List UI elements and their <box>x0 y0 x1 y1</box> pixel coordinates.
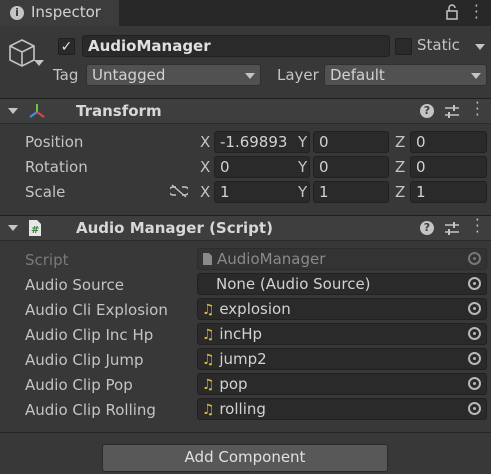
audio-source-value: None (Audio Source) <box>216 275 371 293</box>
info-icon: i <box>10 6 24 20</box>
audio-clip-icon: ♫ <box>202 402 215 418</box>
constrain-proportions-icon[interactable] <box>170 184 188 198</box>
tag-value: Untagged <box>92 66 166 84</box>
add-component-button[interactable]: Add Component <box>102 444 388 472</box>
audio-clip-pop-label: Audio Clip Pop <box>25 376 133 394</box>
foldout-arrow-icon[interactable] <box>8 225 18 231</box>
audio-clip-explosion-label: Audio Cli Explosion <box>25 301 168 319</box>
help-icon[interactable]: ? <box>420 221 434 235</box>
audio-clip-icon: ♫ <box>202 327 215 343</box>
axis-x-label[interactable]: X <box>200 133 210 151</box>
audio-clip-jump-field[interactable]: ♫ jump2 <box>197 348 487 370</box>
cs-script-icon: # <box>29 220 41 236</box>
audio-clip-explosion-value: explosion <box>219 300 291 318</box>
cs-script-icon <box>203 253 212 265</box>
layer-label: Layer <box>277 66 319 84</box>
object-picker-icon[interactable] <box>468 352 481 365</box>
layer-dropdown[interactable]: Default <box>324 64 487 86</box>
audio-clip-inc-hp-value: incHp <box>219 325 263 343</box>
transform-header[interactable]: Transform ? · · · <box>0 96 491 124</box>
script-field: AudioManager <box>197 248 487 270</box>
axis-x-label[interactable]: X <box>200 158 210 176</box>
component-menu-icon[interactable]: · · · <box>475 96 480 123</box>
scale-x-field[interactable]: 1 <box>214 181 310 203</box>
audio-source-label: Audio Source <box>25 276 124 294</box>
audio-clip-rolling-value: rolling <box>219 400 266 418</box>
help-icon[interactable]: ? <box>420 104 434 118</box>
script-label: Script <box>25 251 69 269</box>
audio-clip-pop-value: pop <box>219 375 248 393</box>
position-label: Position <box>25 133 84 151</box>
audio-clip-rolling-label: Audio Clip Rolling <box>25 401 156 419</box>
static-label: Static <box>417 36 460 54</box>
tab-inspector[interactable]: i Inspector <box>0 0 119 26</box>
audio-clip-icon: ♫ <box>202 352 215 368</box>
position-z-field[interactable]: 0 <box>410 131 487 153</box>
presets-icon[interactable] <box>444 221 460 236</box>
transform-axes-icon <box>29 104 45 118</box>
presets-icon[interactable] <box>444 104 460 119</box>
rotation-y-field[interactable]: 0 <box>313 156 389 178</box>
chevron-down-icon <box>471 73 481 79</box>
divider <box>0 432 491 433</box>
axis-z-label[interactable]: Z <box>395 183 405 201</box>
scale-z-field[interactable]: 1 <box>410 181 487 203</box>
object-picker-icon[interactable] <box>468 277 481 290</box>
audio-manager-script-header[interactable]: # Audio Manager (Script) ? · · · <box>0 213 491 241</box>
scale-label: Scale <box>25 183 66 201</box>
svg-text:#: # <box>31 225 39 236</box>
tag-label: Tag <box>53 66 79 84</box>
component-menu-icon[interactable]: · · · <box>475 213 480 240</box>
object-picker-icon[interactable] <box>468 377 481 390</box>
audio-clip-inc-hp-label: Audio Clip Inc Hp <box>25 326 154 344</box>
audio-clip-inc-hp-field[interactable]: ♫ incHp <box>197 323 487 345</box>
script-value: AudioManager <box>217 250 326 268</box>
layer-value: Default <box>330 66 385 84</box>
axis-x-label[interactable]: X <box>200 183 210 201</box>
tab-title: Inspector <box>31 3 101 21</box>
audio-clip-jump-value: jump2 <box>219 350 267 368</box>
rotation-x-field[interactable]: 0 <box>214 156 310 178</box>
object-picker-icon <box>468 252 481 265</box>
audio-clip-jump-label: Audio Clip Jump <box>25 351 144 369</box>
axis-y-label[interactable]: Y <box>298 183 307 201</box>
audio-clip-icon: ♫ <box>202 377 215 393</box>
static-checkbox[interactable] <box>395 38 412 55</box>
audio-clip-rolling-field[interactable]: ♫ rolling <box>197 398 487 420</box>
active-checkbox[interactable]: ✓ <box>58 38 75 55</box>
object-picker-icon[interactable] <box>468 327 481 340</box>
axis-z-label[interactable]: Z <box>395 158 405 176</box>
position-y-field[interactable]: 0 <box>313 131 389 153</box>
lock-icon[interactable] <box>445 4 459 20</box>
scale-y-field[interactable]: 1 <box>313 181 389 203</box>
static-dropdown-icon[interactable] <box>475 44 485 50</box>
axis-y-label[interactable]: Y <box>298 158 307 176</box>
position-x-field[interactable]: -1.69893 <box>214 131 310 153</box>
audio-clip-explosion-field[interactable]: ♫ explosion <box>197 298 487 320</box>
axis-z-label[interactable]: Z <box>395 133 405 151</box>
chevron-down-icon <box>245 73 255 79</box>
axis-y-label[interactable]: Y <box>298 133 307 151</box>
object-name-input[interactable]: AudioManager <box>82 35 390 57</box>
transform-title: Transform <box>76 102 162 120</box>
object-picker-icon[interactable] <box>468 302 481 315</box>
rotation-label: Rotation <box>25 158 88 176</box>
gameobject-cube-icon[interactable] <box>8 36 48 70</box>
foldout-arrow-icon[interactable] <box>8 108 18 114</box>
tab-menu-icon[interactable]: · · · <box>474 0 479 26</box>
rotation-z-field[interactable]: 0 <box>410 156 487 178</box>
audio-clip-icon: ♫ <box>202 302 215 318</box>
object-picker-icon[interactable] <box>468 402 481 415</box>
tag-dropdown[interactable]: Untagged <box>86 64 261 86</box>
script-title: Audio Manager (Script) <box>76 219 273 237</box>
audio-clip-pop-field[interactable]: ♫ pop <box>197 373 487 395</box>
audio-source-field[interactable]: None (Audio Source) <box>197 273 487 295</box>
